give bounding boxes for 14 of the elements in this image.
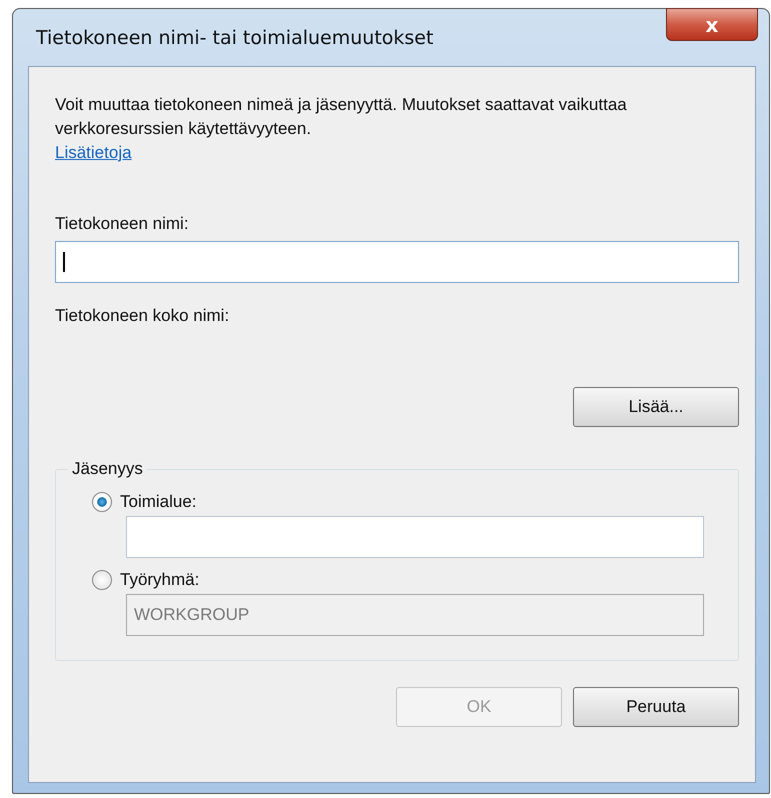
more-info-link[interactable]: Lisätietoja <box>55 141 132 165</box>
radio-button[interactable] <box>92 570 112 590</box>
description-text: Voit muuttaa tietokoneen nimeä ja jäsenyyttä. Muutokset saattavat vaikuttaa verkkoresurssien käytettävyyteen. <box>55 94 628 140</box>
dialog-button[interactable]: Peruuta <box>573 687 739 727</box>
radio-label: Työryhmä: <box>120 570 200 590</box>
input-field[interactable] <box>55 241 739 283</box>
field-label: Tietokoneen koko nimi: <box>55 305 230 327</box>
more-button[interactable]: Lisää... <box>573 387 739 427</box>
radio-button[interactable] <box>92 492 112 512</box>
close-button[interactable]: x <box>666 8 758 41</box>
window-title: Tietokoneen nimi- tai toimialuemuutokset <box>36 26 434 48</box>
field-label: Tietokoneen nimi: <box>55 213 190 235</box>
radio-label: Toimialue: <box>120 492 197 512</box>
input-field[interactable] <box>126 516 704 558</box>
